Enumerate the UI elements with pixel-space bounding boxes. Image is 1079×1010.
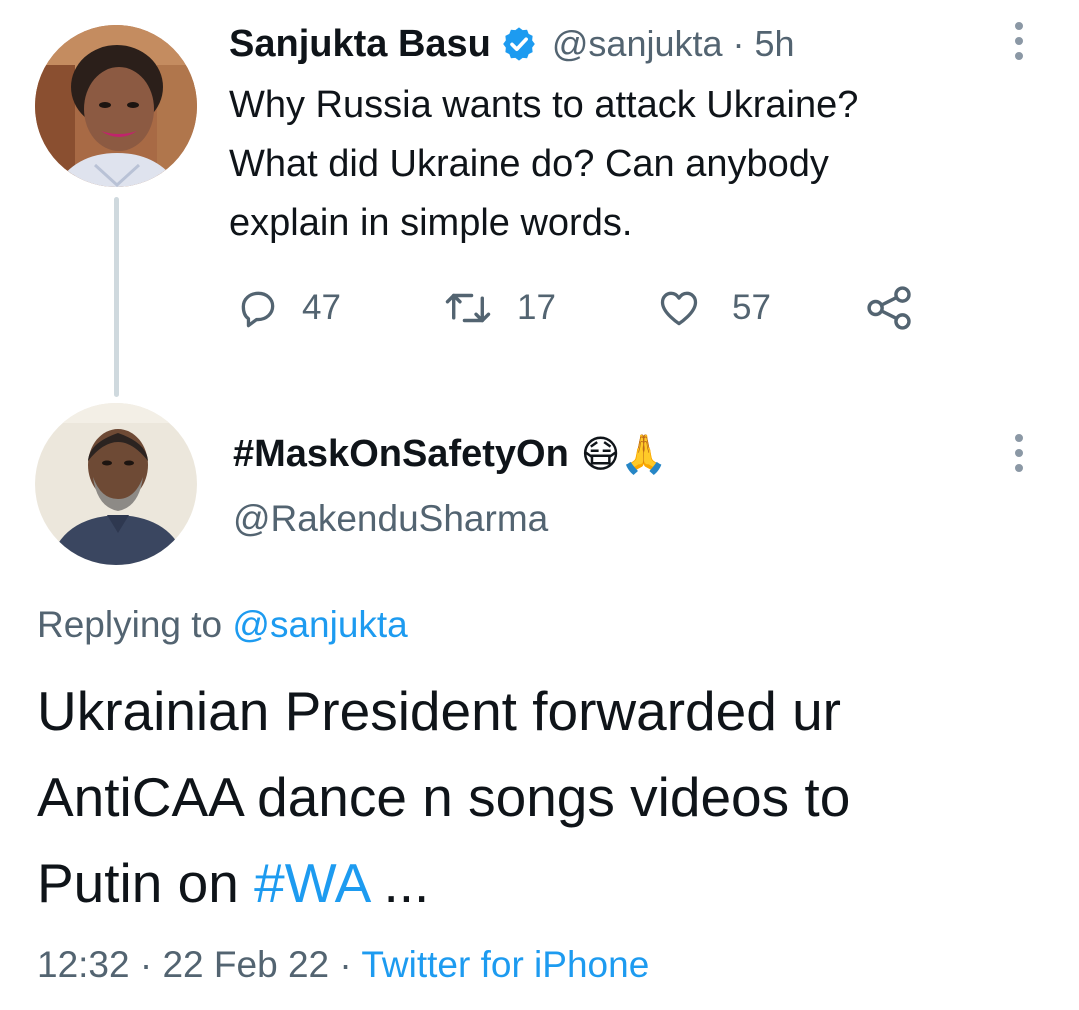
tweet1-text-line: What did Ukraine do? Can anybody — [229, 143, 829, 185]
tweet-metadata: 12:32 · 22 Feb 22 · Twitter for iPhone — [37, 940, 649, 990]
author-name[interactable]: Sanjukta Basu — [229, 23, 491, 66]
tweet1-text-line: explain in simple words. — [229, 202, 633, 244]
tweet1-header: Sanjukta Basu @sanjukta · 5h — [229, 20, 795, 68]
reply-icon — [241, 291, 275, 328]
like-count: 57 — [732, 288, 771, 327]
avatar-sanjukta-basu[interactable] — [35, 25, 197, 187]
meta-separator: · — [139, 944, 153, 985]
author-handle[interactable]: @sanjukta — [552, 23, 723, 65]
tweet2-text-line: AntiCAA dance n songs videos to — [37, 766, 851, 828]
avatar-rakendu-sharma[interactable] — [35, 403, 197, 565]
tweet-date[interactable]: 22 Feb 22 — [162, 944, 329, 985]
tweet2-name-row: #MaskOnSafetyOn 😷🙏 — [233, 428, 668, 480]
hashtag-link[interactable]: #WA — [254, 852, 368, 914]
heart-icon — [660, 291, 698, 326]
author-handle[interactable]: @RakenduSharma — [233, 495, 548, 543]
replying-to-line: Replying to @sanjukta — [37, 600, 408, 650]
tweet-time[interactable]: 5h — [755, 23, 795, 65]
retweet-button[interactable]: 17 — [443, 285, 556, 331]
thread-connector-line — [114, 197, 119, 397]
text-ellipsis: ... — [383, 852, 430, 914]
tweet1-text-line: Why Russia wants to attack Ukraine? — [229, 84, 859, 126]
tweet1-text: Why Russia wants to attack Ukraine? What… — [229, 76, 858, 253]
replying-to-label: Replying to — [37, 604, 223, 645]
tweet2-text-line-3: Putin on #WA ... — [37, 840, 850, 926]
like-button[interactable]: 57 — [656, 285, 771, 331]
tweet-source[interactable]: Twitter for iPhone — [361, 944, 649, 985]
share-icon — [867, 286, 911, 330]
reply-button[interactable]: 47 — [236, 285, 341, 331]
more-options-icon[interactable] — [1015, 434, 1023, 472]
share-button[interactable] — [865, 285, 915, 331]
verified-badge-icon — [500, 25, 538, 63]
tweet-timestamp[interactable]: 12:32 — [37, 944, 130, 985]
tweet2-text-line: Ukrainian President forwarded ur — [37, 680, 841, 742]
header-separator: · — [732, 23, 745, 64]
retweet-count: 17 — [517, 288, 556, 327]
retweet-icon — [445, 293, 491, 323]
author-display-name[interactable]: #MaskOnSafetyOn — [233, 433, 569, 476]
reply-count: 47 — [302, 288, 341, 327]
replying-to-handle[interactable]: @sanjukta — [232, 604, 407, 645]
tweet2-text: Ukrainian President forwarded ur AntiCAA… — [37, 668, 850, 926]
more-options-icon[interactable] — [1015, 22, 1023, 60]
meta-separator: · — [339, 944, 352, 985]
author-name-emoji: 😷🙏 — [580, 431, 668, 476]
tweet2-text-prefix: Putin on — [37, 852, 239, 914]
